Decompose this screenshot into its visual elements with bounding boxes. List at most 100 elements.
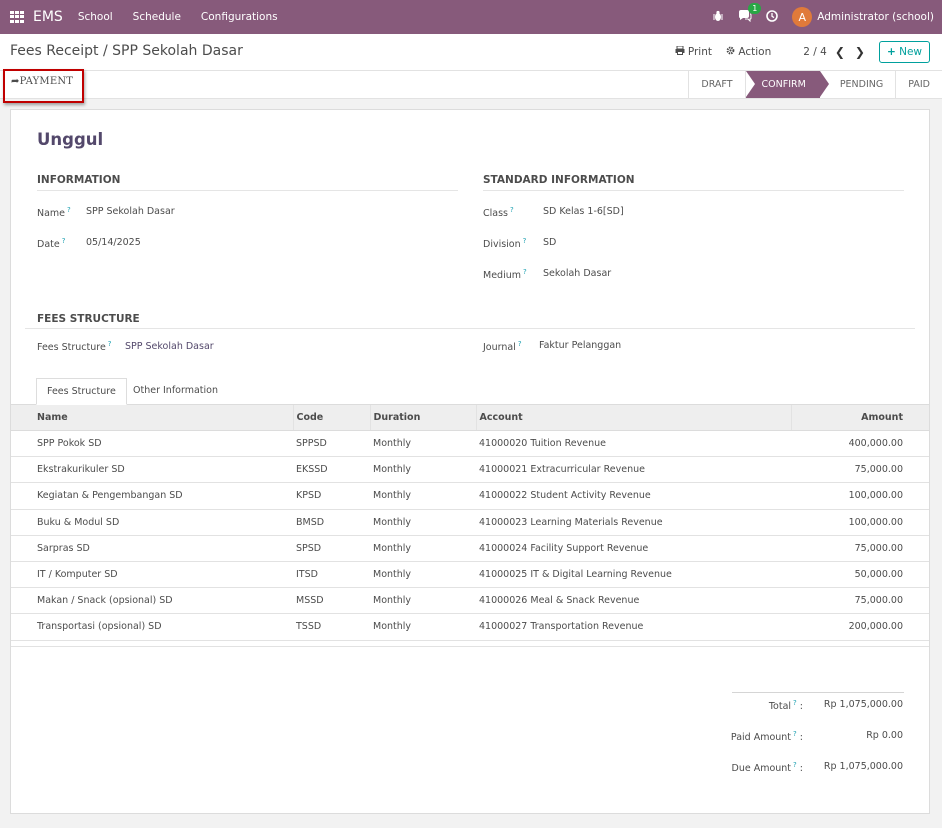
fees-structure-label: Fees Structure?: [37, 340, 112, 354]
standard-heading: STANDARD INFORMATION: [483, 174, 635, 186]
cell-amount: 75,000.00: [791, 456, 929, 484]
table-footer-divider: [11, 646, 929, 647]
avatar[interactable]: A: [792, 7, 813, 27]
column-header-account[interactable]: Account: [475, 404, 791, 431]
division-field[interactable]: SD: [543, 237, 556, 248]
cell-duration: Monthly: [370, 482, 476, 510]
journal-field[interactable]: Faktur Pelanggan: [539, 340, 621, 351]
cell-amount: 75,000.00: [791, 587, 929, 615]
form-sheet: Unggul INFORMATION STANDARD INFORMATION …: [10, 109, 930, 814]
pager-value[interactable]: 2 / 4: [803, 46, 827, 58]
print-button[interactable]: Print: [675, 45, 712, 58]
date-field[interactable]: 05/14/2025: [86, 237, 141, 248]
paid-amount-label: Paid Amount? :: [730, 730, 803, 744]
cell-code: SPPSD: [293, 430, 370, 458]
column-header-amount[interactable]: Amount: [790, 404, 929, 431]
user-name[interactable]: Administrator (school): [817, 11, 934, 23]
table-row[interactable]: IT / Komputer SD ITSD Monthly 41000025 I…: [11, 561, 929, 589]
name-field[interactable]: SPP Sekolah Dasar: [86, 206, 175, 217]
table-row[interactable]: Transportasi (opsional) SD TSSD Monthly …: [11, 613, 929, 641]
table-row[interactable]: Makan / Snack (opsional) SD MSSD Monthly…: [11, 587, 929, 615]
help-icon[interactable]: ?: [523, 237, 527, 245]
chat-icon[interactable]: 1: [738, 2, 762, 25]
fees-structure-field[interactable]: SPP Sekolah Dasar: [125, 341, 214, 352]
due-amount-value: Rp 1,075,000.00: [823, 761, 903, 772]
print-label: Print: [687, 45, 712, 58]
stage-draft[interactable]: DRAFT: [688, 71, 744, 98]
tab-fees-structure[interactable]: Fees Structure: [36, 378, 127, 405]
cell-duration: Monthly: [370, 587, 476, 615]
stage-paid[interactable]: PAID: [895, 71, 942, 98]
menu-schedule[interactable]: Schedule: [133, 11, 181, 23]
menu-configurations[interactable]: Configurations: [201, 11, 278, 23]
table-row[interactable]: Sarpras SD SPSD Monthly 41000024 Facilit…: [11, 535, 929, 562]
table-row[interactable]: Buku & Modul SD BMSD Monthly 41000023 Le…: [11, 509, 929, 536]
new-button[interactable]: + New: [878, 40, 930, 63]
cell-name: SPP Pokok SD: [11, 430, 293, 458]
cell-code: ITSD: [293, 561, 370, 589]
name-label: Name?: [37, 206, 71, 220]
cell-account: 41000022 Student Activity Revenue: [476, 482, 791, 510]
payment-highlight-box: [3, 69, 84, 103]
standard-divider: [483, 190, 904, 191]
class-field[interactable]: SD Kelas 1-6[SD]: [543, 206, 624, 217]
action-button[interactable]: Action: [726, 46, 771, 58]
paid-amount-value: Rp 0.00: [866, 730, 903, 741]
cell-name: Transportasi (opsional) SD: [11, 613, 293, 641]
fees-structure-heading: FEES STRUCTURE: [37, 313, 140, 325]
cell-account: 41000026 Meal & Snack Revenue: [476, 587, 791, 615]
stage-confirm[interactable]: CONFIRM: [744, 71, 830, 98]
chevron-right-icon[interactable]: ❯: [855, 45, 865, 59]
help-icon[interactable]: ?: [67, 206, 71, 214]
table-row[interactable]: Kegiatan & Pengembangan SD KPSD Monthly …: [11, 482, 929, 510]
stage-pending[interactable]: PENDING: [820, 71, 895, 98]
tab-other-information[interactable]: Other Information: [123, 378, 228, 405]
app-brand[interactable]: EMS: [33, 9, 63, 25]
date-label: Date?: [37, 237, 66, 251]
cell-code: BMSD: [293, 509, 370, 536]
clock-icon[interactable]: [766, 9, 779, 25]
table-header-row: Name Code Duration Account Amount: [11, 404, 929, 431]
cell-code: KPSD: [293, 482, 370, 510]
column-header-code[interactable]: Code: [292, 404, 370, 431]
information-divider: [37, 190, 458, 191]
cell-account: 41000024 Facility Support Revenue: [476, 535, 791, 562]
medium-label: Medium?: [483, 268, 527, 282]
cell-duration: Monthly: [370, 613, 476, 641]
table-row[interactable]: Ekstrakurikuler SD EKSSD Monthly 4100002…: [11, 456, 929, 484]
cell-amount: 75,000.00: [791, 535, 929, 562]
help-icon[interactable]: ?: [523, 268, 527, 276]
column-header-duration[interactable]: Duration: [369, 404, 476, 431]
printer-icon: [675, 45, 684, 55]
cell-name: Buku & Modul SD: [11, 509, 293, 536]
cell-duration: Monthly: [370, 509, 476, 536]
total-label: Total? :: [768, 699, 803, 713]
help-icon[interactable]: ?: [108, 340, 112, 348]
cell-name: IT / Komputer SD: [11, 561, 293, 589]
chevron-left-icon[interactable]: ❮: [835, 45, 845, 59]
journal-label: Journal?: [483, 340, 522, 354]
control-panel: Fees Receipt / SPP Sekolah Dasar Print A…: [0, 34, 942, 71]
chat-badge: 1: [748, 2, 762, 14]
menu-school[interactable]: School: [78, 11, 113, 23]
apps-grid-icon[interactable]: [10, 11, 24, 23]
column-header-name[interactable]: Name: [11, 404, 293, 431]
cell-duration: Monthly: [370, 535, 476, 562]
cell-amount: 200,000.00: [791, 613, 929, 641]
action-label: Action: [738, 45, 772, 58]
help-icon[interactable]: ?: [510, 206, 514, 214]
cell-amount: 400,000.00: [791, 430, 929, 458]
gear-icon: [726, 46, 735, 54]
status-stages: DRAFT CONFIRM PENDING PAID: [688, 71, 942, 98]
new-label: New: [899, 45, 922, 58]
cell-duration: Monthly: [370, 561, 476, 589]
medium-field[interactable]: Sekolah Dasar: [543, 268, 611, 279]
bug-icon[interactable]: [712, 10, 724, 25]
help-icon[interactable]: ?: [518, 340, 522, 348]
top-navbar: EMS School Schedule Configurations 1 A A…: [0, 0, 942, 34]
table-row[interactable]: SPP Pokok SD SPPSD Monthly 41000020 Tuit…: [11, 430, 929, 458]
cell-account: 41000025 IT & Digital Learning Revenue: [476, 561, 791, 589]
due-amount-label: Due Amount? :: [731, 761, 804, 775]
help-icon[interactable]: ?: [62, 237, 66, 245]
breadcrumb[interactable]: Fees Receipt / SPP Sekolah Dasar: [10, 43, 243, 59]
